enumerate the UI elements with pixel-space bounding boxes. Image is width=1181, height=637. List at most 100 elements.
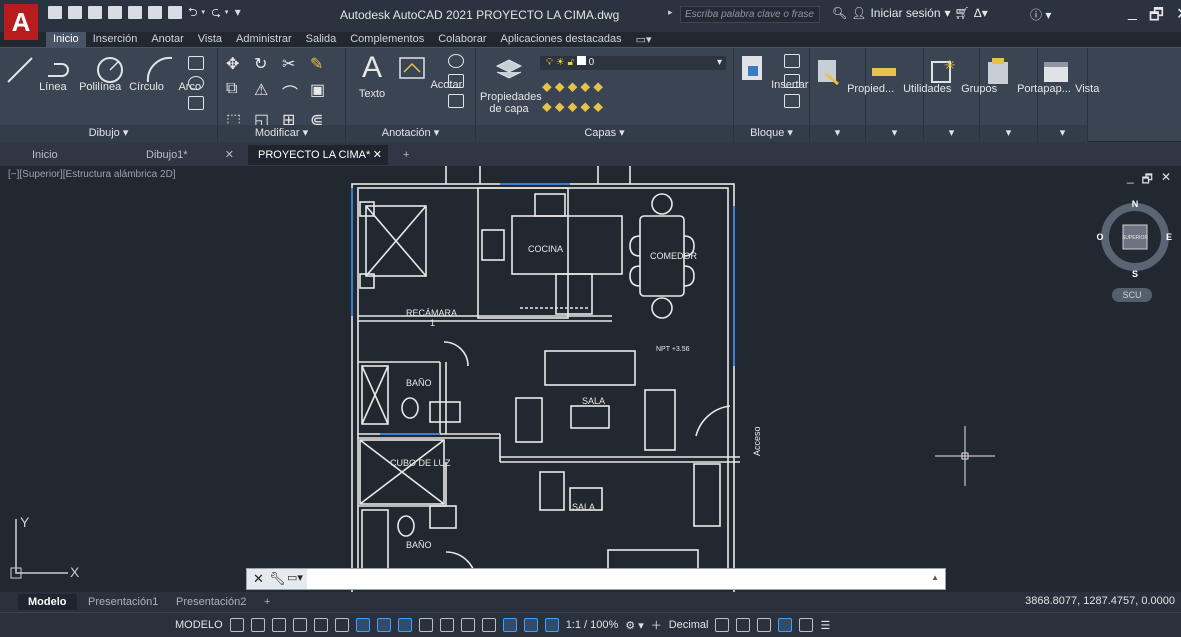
hardware-acceleration-icon[interactable] bbox=[778, 618, 793, 632]
panel-portapapeles-expand[interactable]: ▾ bbox=[980, 125, 1037, 142]
workspace-gear-icon[interactable]: ⚙ ▾ bbox=[625, 619, 643, 632]
ellipse-icon[interactable] bbox=[188, 76, 204, 90]
help-icon[interactable]: ⓘ ▾ bbox=[1030, 8, 1051, 22]
annotation-monitor-icon[interactable]: ＋ bbox=[651, 617, 662, 633]
print-icon[interactable] bbox=[168, 6, 182, 19]
search-input[interactable]: Escriba palabra clave o frase bbox=[680, 6, 820, 23]
utilities-button[interactable]: Utilidades bbox=[868, 56, 951, 95]
object-snap-icon[interactable] bbox=[355, 618, 370, 632]
text-button[interactable]: A Texto bbox=[352, 52, 392, 101]
add-layout-button[interactable]: + bbox=[254, 594, 280, 610]
quick-properties-icon[interactable] bbox=[715, 618, 730, 632]
dimension-button[interactable]: Acotar bbox=[396, 52, 462, 91]
annotation-scale[interactable]: 1:1 / 100% bbox=[566, 619, 619, 631]
units-selector[interactable]: Decimal bbox=[669, 619, 709, 631]
create-block-icon[interactable] bbox=[784, 54, 800, 68]
restore-button[interactable]: 🗗 bbox=[1149, 4, 1164, 31]
viewcube-east[interactable]: E bbox=[1166, 232, 1172, 242]
edit-block-icon[interactable] bbox=[784, 74, 800, 88]
layer-dropdown[interactable]: 💡︎ ☀ 🔓︎ 0 ▾ bbox=[540, 56, 726, 70]
insert-block-button[interactable]: Insertar bbox=[736, 52, 808, 91]
viewcube-west[interactable]: O bbox=[1096, 232, 1103, 242]
plot-icon[interactable] bbox=[128, 6, 142, 19]
tab-vista[interactable]: Vista bbox=[191, 32, 229, 47]
viewport-restore-button[interactable]: 🗗 bbox=[1142, 170, 1153, 191]
fillet-icon[interactable]: ⌒ bbox=[282, 80, 302, 104]
close-command-line-icon[interactable]: ✕ bbox=[253, 571, 264, 587]
panel-capas-title[interactable]: Capas ▾ bbox=[476, 125, 733, 142]
selection-cycling-icon[interactable] bbox=[418, 618, 433, 632]
clipboard-button[interactable]: Portapap... bbox=[982, 56, 1071, 95]
panel-vista-expand[interactable]: ▾ bbox=[1038, 125, 1087, 142]
app-logo[interactable]: A bbox=[4, 4, 38, 40]
clean-screen-icon[interactable] bbox=[799, 618, 814, 632]
polyline-button[interactable]: Polilínea bbox=[44, 54, 121, 93]
isolate-objects-icon[interactable] bbox=[757, 618, 772, 632]
file-tab-dibujo1[interactable]: Dibujo1* ✕ bbox=[136, 145, 240, 165]
rotate-icon[interactable]: ↻ bbox=[254, 54, 274, 74]
undo-icon[interactable]: ⮌ ▾ bbox=[188, 6, 205, 19]
tab-insercion[interactable]: Inserción bbox=[86, 32, 145, 47]
view-button[interactable]: Vista bbox=[1040, 56, 1099, 95]
share-icon[interactable] bbox=[148, 6, 162, 19]
recent-commands-icon[interactable]: ▭▾ bbox=[287, 571, 303, 584]
layer-tools-row2[interactable]: ⬥⬥⬥⬥⬥ bbox=[542, 98, 606, 115]
panel-utilidades-expand[interactable]: ▾ bbox=[866, 125, 923, 142]
open-file-icon[interactable] bbox=[68, 6, 82, 19]
viewport-minimize-button[interactable]: _ bbox=[1127, 170, 1134, 191]
lineweight-icon[interactable] bbox=[376, 618, 391, 632]
panel-anotacion-title[interactable]: Anotación ▾ bbox=[346, 125, 475, 142]
panel-grupos-expand[interactable]: ▾ bbox=[924, 125, 979, 142]
close-tab-icon[interactable]: ✕ bbox=[225, 145, 234, 165]
panel-modificar-title[interactable]: Modificar ▾ bbox=[218, 125, 345, 142]
customize-icon[interactable]: 🔧︎ bbox=[269, 571, 286, 587]
move-icon[interactable]: ✥ bbox=[226, 54, 246, 74]
tab-salida[interactable]: Salida bbox=[299, 32, 344, 47]
panel-bloque-title[interactable]: Bloque ▾ bbox=[734, 125, 809, 142]
save-icon[interactable] bbox=[88, 6, 102, 19]
tab-administrar[interactable]: Administrar bbox=[229, 32, 299, 47]
hatch-icon[interactable] bbox=[188, 96, 204, 110]
customize-qat-icon[interactable]: ▾ bbox=[235, 6, 241, 19]
coordinates-readout[interactable]: 3868.8077, 1287.4757, 0.0000 bbox=[1025, 595, 1175, 607]
block-attribute-icon[interactable] bbox=[784, 94, 800, 108]
drawing-canvas[interactable]: [−][Superior][Estructura alámbrica 2D] _… bbox=[0, 166, 1181, 592]
ortho-icon[interactable] bbox=[271, 618, 286, 632]
cart-icon[interactable]: 🛒︎ bbox=[955, 6, 970, 20]
mirror-icon[interactable]: ⚠ bbox=[254, 80, 274, 104]
close-button[interactable]: ✕ bbox=[1176, 4, 1181, 31]
search-expand-icon[interactable]: ▸ bbox=[668, 7, 673, 18]
layout-tab-modelo[interactable]: Modelo bbox=[18, 594, 77, 610]
viewcube-face[interactable]: SUPERIOR bbox=[1122, 235, 1149, 241]
annotation-visibility-icon[interactable] bbox=[523, 618, 538, 632]
dynamic-ucs-icon[interactable] bbox=[460, 618, 475, 632]
save-as-icon[interactable] bbox=[108, 6, 122, 19]
customization-menu-icon[interactable]: ☰ bbox=[820, 619, 830, 632]
tab-complementos[interactable]: Complementos bbox=[343, 32, 431, 47]
viewcube[interactable]: SUPERIOR N S E O bbox=[1095, 199, 1175, 279]
edit-icon[interactable]: ✎ bbox=[310, 54, 330, 74]
viewcube-north[interactable]: N bbox=[1132, 199, 1139, 209]
help-button[interactable]: ⓘ ▾ bbox=[1030, 6, 1051, 23]
circle-button[interactable]: Círculo bbox=[94, 54, 164, 93]
sign-in-button[interactable]: 🔍︎ 👤︎ Iniciar sesión ▾ 🛒︎ Δ▾ bbox=[832, 6, 988, 20]
new-file-icon[interactable] bbox=[48, 6, 62, 19]
panel-propiedades-expand[interactable]: ▾ bbox=[810, 125, 865, 142]
object-snap-tracking-icon[interactable] bbox=[334, 618, 349, 632]
lock-ui-icon[interactable] bbox=[736, 618, 751, 632]
leader-icon[interactable] bbox=[448, 54, 464, 68]
new-tab-button[interactable]: + bbox=[396, 145, 422, 165]
autodesk-a360-icon[interactable]: Δ▾ bbox=[974, 6, 988, 20]
layer-tools-row1[interactable]: ⬥⬥⬥⬥⬥ bbox=[542, 78, 606, 95]
minimize-button[interactable]: _ bbox=[1128, 4, 1137, 31]
auto-scale-icon[interactable] bbox=[544, 618, 559, 632]
layer-properties-button[interactable]: Propiedades de capa bbox=[480, 52, 542, 115]
3d-osnap-icon[interactable] bbox=[439, 618, 454, 632]
tab-inicio[interactable]: Inicio bbox=[46, 32, 86, 47]
array-icon[interactable]: ▣ bbox=[310, 80, 330, 104]
isodraft-icon[interactable] bbox=[313, 618, 328, 632]
tab-colaborar[interactable]: Colaborar bbox=[431, 32, 493, 47]
viewcube-south[interactable]: S bbox=[1132, 269, 1138, 279]
arc-button[interactable]: Arco bbox=[144, 54, 201, 93]
trim-icon[interactable]: ✂ bbox=[282, 54, 302, 74]
